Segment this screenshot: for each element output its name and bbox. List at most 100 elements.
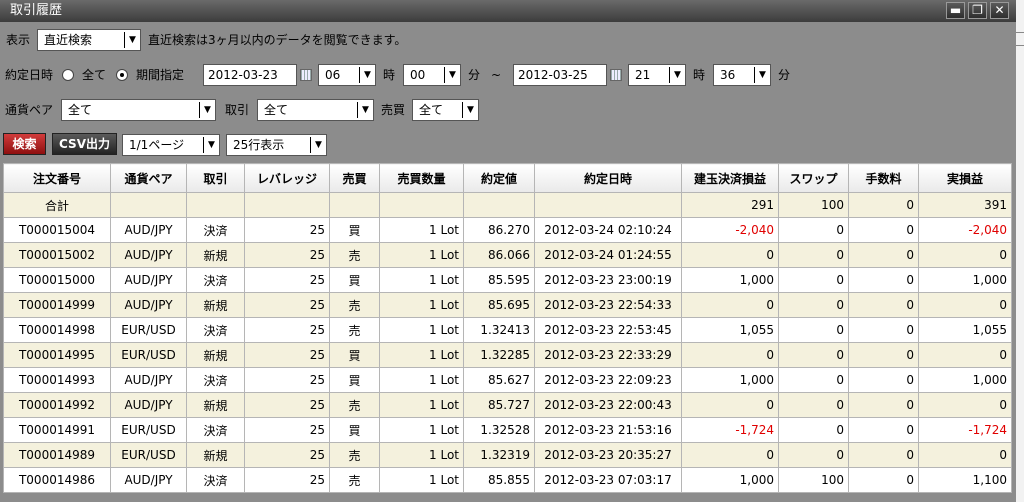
cell-swap: 0 bbox=[778, 342, 849, 368]
cell-side: 買 bbox=[329, 367, 380, 393]
to-date-input[interactable]: 2012-03-25 bbox=[513, 64, 607, 86]
total-empty-cell bbox=[110, 192, 187, 218]
to-min-select[interactable]: 36 ▼ bbox=[713, 64, 771, 86]
display-select[interactable]: 直近検索 ▼ bbox=[37, 29, 141, 51]
cell-qty: 1 Lot bbox=[379, 367, 464, 393]
col-header-trade[interactable]: 取引 bbox=[186, 163, 245, 193]
cell-datetime: 2012-03-24 02:10:24 bbox=[534, 217, 682, 243]
cell-pair: EUR/USD bbox=[110, 317, 187, 343]
radio-all[interactable] bbox=[62, 69, 74, 81]
trade-select[interactable]: 全て ▼ bbox=[257, 99, 374, 121]
table-row[interactable]: T000014992 AUD/JPY 新規 25 売 1 Lot 85.727 2012-03… bbox=[3, 392, 1012, 418]
from-min-select[interactable]: 00 ▼ bbox=[403, 64, 461, 86]
cell-qty: 1 Lot bbox=[379, 242, 464, 268]
cell-qty: 1 Lot bbox=[379, 442, 464, 468]
col-header-pl[interactable]: 建玉決済損益 bbox=[681, 163, 779, 193]
calendar-icon[interactable] bbox=[300, 69, 312, 81]
total-empty-cell bbox=[244, 192, 330, 218]
cell-qty: 1 Lot bbox=[379, 392, 464, 418]
cell-fee: 0 bbox=[848, 317, 919, 343]
cell-net: 1,000 bbox=[918, 267, 1012, 293]
col-header-leverage[interactable]: レバレッジ bbox=[244, 163, 330, 193]
cell-datetime: 2012-03-23 22:54:33 bbox=[534, 292, 682, 318]
table-row[interactable]: T000014995 EUR/USD 新規 25 買 1 Lot 1.32285 2012-0… bbox=[3, 342, 1012, 368]
table-row[interactable]: T000014991 EUR/USD 決済 25 買 1 Lot 1.32528 2012-0… bbox=[3, 417, 1012, 443]
from-min-value: 00 bbox=[410, 68, 426, 82]
display-note: 直近検索は3ヶ月以内のデータを閲覧できます。 bbox=[148, 33, 407, 47]
cell-swap: 0 bbox=[778, 292, 849, 318]
cell-pair: EUR/USD bbox=[110, 442, 187, 468]
table-row[interactable]: T000015002 AUD/JPY 新規 25 売 1 Lot 86.066 2012-03… bbox=[3, 242, 1012, 268]
table-row[interactable]: T000015004 AUD/JPY 決済 25 買 1 Lot 86.270 2012-03… bbox=[3, 217, 1012, 243]
cell-fee: 0 bbox=[848, 217, 919, 243]
cell-swap: 0 bbox=[778, 317, 849, 343]
cell-order-no: T000015000 bbox=[3, 267, 111, 293]
cell-leverage: 25 bbox=[244, 317, 330, 343]
cell-datetime: 2012-03-23 22:33:29 bbox=[534, 342, 682, 368]
col-header-price[interactable]: 約定値 bbox=[463, 163, 535, 193]
cell-price: 85.595 bbox=[463, 267, 535, 293]
cell-qty: 1 Lot bbox=[379, 267, 464, 293]
pair-select[interactable]: 全て ▼ bbox=[61, 99, 216, 121]
cell-pair: EUR/USD bbox=[110, 417, 187, 443]
date-filter-row: 約定日時 全て 期間指定 2012-03-23 06 ▼ 時 00 ▼ 分 ~ … bbox=[0, 58, 1016, 91]
table-row[interactable]: T000014986 AUD/JPY 決済 25 売 1 Lot 85.855 2012-03… bbox=[3, 467, 1012, 493]
col-header-side[interactable]: 売買 bbox=[329, 163, 380, 193]
col-header-fee[interactable]: 手数料 bbox=[848, 163, 919, 193]
total-swap: 100 bbox=[778, 192, 849, 218]
table-row[interactable]: T000014998 EUR/USD 決済 25 売 1 Lot 1.32413 2012-0… bbox=[3, 317, 1012, 343]
table-header-row: 注文番号 通貨ペア 取引 レバレッジ 売買 売買数量 約定値 約定日時 建玉決済損益 スワップ 手数… bbox=[3, 163, 1012, 193]
to-hour-value: 21 bbox=[635, 68, 651, 82]
rows-select[interactable]: 25行表示 ▼ bbox=[226, 134, 327, 156]
col-header-datetime[interactable]: 約定日時 bbox=[534, 163, 682, 193]
window-titlebar: 取引履歴 ▬ ❐ ✕ bbox=[0, 0, 1016, 22]
cell-fee: 0 bbox=[848, 467, 919, 493]
page-select[interactable]: 1/1ページ ▼ bbox=[122, 134, 220, 156]
cell-price: 1.32413 bbox=[463, 317, 535, 343]
cell-net: 0 bbox=[918, 392, 1012, 418]
col-header-qty[interactable]: 売買数量 bbox=[379, 163, 464, 193]
cell-pl: 0 bbox=[681, 242, 779, 268]
cell-datetime: 2012-03-24 01:24:55 bbox=[534, 242, 682, 268]
from-hour-select[interactable]: 06 ▼ bbox=[318, 64, 376, 86]
table-row[interactable]: T000014989 EUR/USD 新規 25 売 1 Lot 1.32319 2012-0… bbox=[3, 442, 1012, 468]
calendar-icon[interactable] bbox=[610, 69, 622, 81]
cell-datetime: 2012-03-23 22:53:45 bbox=[534, 317, 682, 343]
from-date-input[interactable]: 2012-03-23 bbox=[203, 64, 297, 86]
total-net: 391 bbox=[918, 192, 1012, 218]
chevron-down-icon: ▼ bbox=[359, 67, 375, 83]
cell-leverage: 25 bbox=[244, 392, 330, 418]
csv-export-button[interactable]: CSV出力 bbox=[52, 133, 117, 155]
cell-leverage: 25 bbox=[244, 367, 330, 393]
cell-price: 85.727 bbox=[463, 392, 535, 418]
date-label: 約定日時 bbox=[5, 68, 54, 82]
to-hour-select[interactable]: 21 ▼ bbox=[628, 64, 686, 86]
cell-net: 1,055 bbox=[918, 317, 1012, 343]
col-header-order-no[interactable]: 注文番号 bbox=[3, 163, 111, 193]
cell-trade: 決済 bbox=[186, 267, 245, 293]
table-row[interactable]: T000014993 AUD/JPY 決済 25 買 1 Lot 85.627 2012-03… bbox=[3, 367, 1012, 393]
radio-range[interactable] bbox=[116, 69, 128, 81]
cell-order-no: T000014986 bbox=[3, 467, 111, 493]
col-header-swap[interactable]: スワップ bbox=[778, 163, 849, 193]
search-button[interactable]: 検索 bbox=[3, 133, 46, 155]
close-icon[interactable]: ✕ bbox=[990, 2, 1009, 19]
cell-qty: 1 Lot bbox=[379, 342, 464, 368]
col-header-pair[interactable]: 通貨ペア bbox=[110, 163, 187, 193]
pair-label: 通貨ペア bbox=[5, 103, 54, 117]
table-row[interactable]: T000014999 AUD/JPY 新規 25 売 1 Lot 85.695 2012-03… bbox=[3, 292, 1012, 318]
table-row[interactable]: T000015000 AUD/JPY 決済 25 買 1 Lot 85.595 2012-03… bbox=[3, 267, 1012, 293]
cell-qty: 1 Lot bbox=[379, 467, 464, 493]
cell-pair: AUD/JPY bbox=[110, 242, 187, 268]
chevron-down-icon: ▼ bbox=[310, 137, 326, 153]
restore-icon[interactable]: ❐ bbox=[968, 2, 987, 19]
minimize-icon[interactable]: ▬ bbox=[946, 2, 965, 19]
total-empty-cell bbox=[534, 192, 682, 218]
cell-price: 85.627 bbox=[463, 367, 535, 393]
col-header-net[interactable]: 実損益 bbox=[918, 163, 1012, 193]
cell-trade: 新規 bbox=[186, 342, 245, 368]
cell-net: 0 bbox=[918, 442, 1012, 468]
cell-trade: 新規 bbox=[186, 442, 245, 468]
side-select[interactable]: 全て ▼ bbox=[412, 99, 479, 121]
cell-price: 1.32528 bbox=[463, 417, 535, 443]
